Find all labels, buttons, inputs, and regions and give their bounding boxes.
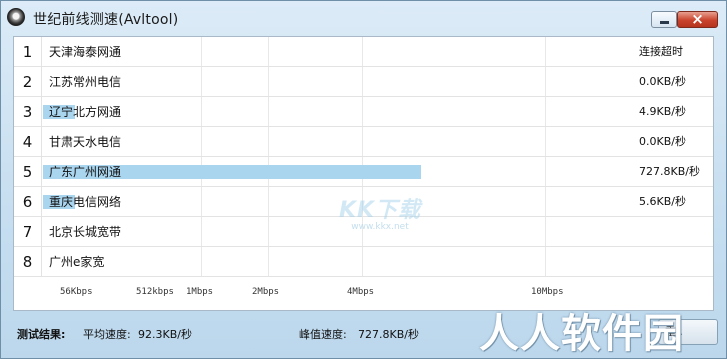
server-name: 天津海泰网通 [49, 45, 122, 59]
scale-tick: 56Kbps [60, 287, 93, 297]
speed-test-list: 1 天津海泰网通 连接超时 2 江苏常州电信 0.0KB/秒 3 辽宁北方网通 4.9KB/秒 4… [13, 36, 714, 311]
speed-value: 0.0KB/秒 [639, 135, 686, 148]
server-name: 江苏常州电信 [49, 75, 122, 89]
row-number: 5 [14, 157, 42, 187]
server-name: 重庆电信网络 [49, 195, 122, 209]
list-item: 2 江苏常州电信 0.0KB/秒 [14, 67, 713, 97]
scale-tick: 512kbps [136, 287, 174, 297]
server-name: 广东广州网通 [49, 165, 122, 179]
speed-value: 4.9KB/秒 [639, 105, 686, 118]
row-number: 3 [14, 97, 42, 127]
app-logo-icon [7, 8, 25, 26]
speed-value: 727.8KB/秒 [639, 165, 700, 178]
avg-speed-value: 92.3KB/秒 [138, 328, 192, 341]
server-name: 广州e家宽 [49, 255, 105, 269]
result-label: 测试结果: [17, 328, 66, 341]
corner-watermark: 人人软件园 [479, 311, 684, 357]
window-title: 世纪前线测速(Avltool) [33, 12, 179, 28]
scale-tick: 4Mbps [347, 287, 375, 297]
scale-tick: 10Mbps [531, 287, 564, 297]
kk-watermark: KK下载 www.kkx.net [320, 192, 440, 232]
row-number: 1 [14, 37, 42, 67]
close-icon: × [691, 10, 704, 28]
list-item: 3 辽宁北方网通 4.9KB/秒 [14, 97, 713, 127]
minimize-icon [660, 21, 669, 24]
row-number: 2 [14, 67, 42, 97]
speed-value: 连接超时 [639, 45, 683, 58]
speed-value: 5.6KB/秒 [639, 195, 686, 208]
row-number: 7 [14, 217, 42, 247]
row-number: 4 [14, 127, 42, 157]
server-name: 辽宁北方网通 [49, 105, 122, 119]
avg-speed-label: 平均速度: [83, 328, 131, 341]
app-window: 世纪前线测速(Avltool) × 1 天津海泰网通 连接超时 2 江苏常州电信 0.0K… [0, 0, 727, 359]
list-item: 5 广东广州网通 727.8KB/秒 [14, 157, 713, 187]
row-number: 6 [14, 187, 42, 217]
minimize-button[interactable] [651, 11, 677, 28]
list-item: 1 天津海泰网通 连接超时 [14, 37, 713, 67]
peak-speed-label: 峰值速度: [299, 328, 347, 341]
row-number: 8 [14, 247, 42, 277]
scale-tick: 2Mbps [252, 287, 280, 297]
list-item: 8 广州e家宽 [14, 247, 713, 277]
server-name: 北京长城宽带 [49, 225, 122, 239]
watermark-logo: KK下载 [338, 198, 422, 223]
scale-tick: 1Mbps [186, 287, 214, 297]
peak-speed-value: 727.8KB/秒 [358, 328, 419, 341]
list-item: 4 甘肃天水电信 0.0KB/秒 [14, 127, 713, 157]
title-bar[interactable]: 世纪前线测速(Avltool) × [1, 1, 726, 35]
close-button[interactable]: × [677, 10, 718, 28]
server-name: 甘肃天水电信 [49, 135, 122, 149]
speed-value: 0.0KB/秒 [639, 75, 686, 88]
